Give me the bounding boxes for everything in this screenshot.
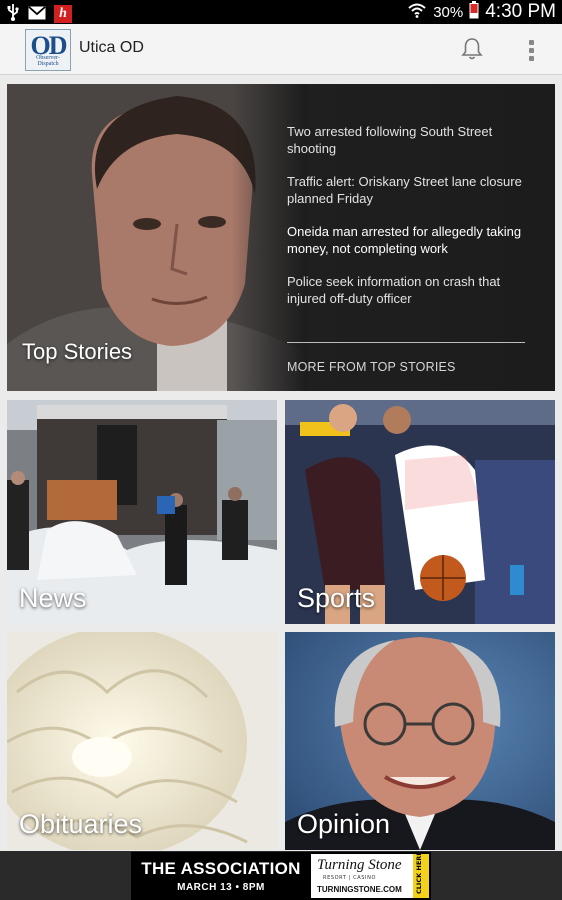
story-link[interactable]: Two arrested following South Street shoo… <box>287 124 527 157</box>
top-stories-label: Top Stories <box>22 339 133 364</box>
wifi-icon <box>407 2 427 23</box>
more-top-stories-link[interactable]: MORE FROM TOP STORIES <box>287 360 456 374</box>
ad-brand: Turning Stone <box>317 857 402 873</box>
app-bar: OD Observer-Dispatch Utica OD <box>0 24 562 75</box>
section-tile-sports[interactable]: Sports <box>285 400 555 624</box>
top-stories-list: Two arrested following South Street shoo… <box>287 124 527 324</box>
ad-click-here-button[interactable]: CLICK HERE <box>413 851 429 898</box>
app-title: Utica OD <box>79 39 144 56</box>
overflow-menu-icon[interactable] <box>526 38 538 62</box>
status-bar: h 30% 4:30 PM <box>0 0 562 24</box>
ad-headline: THE ASSOCIATION <box>141 859 301 878</box>
section-label-obituaries: Obituaries <box>19 809 143 839</box>
app-logo[interactable]: OD Observer-Dispatch <box>25 29 71 71</box>
battery-icon <box>469 0 479 24</box>
story-link[interactable]: Police seek information on crash that in… <box>287 274 527 307</box>
ad-cta-label: CLICK HERE <box>415 851 423 894</box>
ad-brand-tagline: RESORT | CASINO <box>323 875 377 881</box>
ad-event: THE ASSOCIATION MARCH 13 • 8PM <box>131 852 311 900</box>
ad-date: MARCH 13 • 8PM <box>177 882 265 893</box>
section-tile-news[interactable]: News <box>7 400 277 624</box>
usb-icon <box>6 3 20 25</box>
top-stories-card[interactable]: Two arrested following South Street shoo… <box>7 84 555 391</box>
clock: 4:30 PM <box>485 1 556 22</box>
ad-banner[interactable]: THE ASSOCIATION MARCH 13 • 8PM Turning S… <box>131 851 431 900</box>
ad-url: TURNINGSTONE.COM <box>317 885 402 894</box>
section-tile-obituaries[interactable]: Obituaries <box>7 632 277 850</box>
h-app-icon: h <box>54 5 72 23</box>
battery-percent: 30% <box>433 3 464 21</box>
logo-subtext: Observer-Dispatch <box>36 55 60 67</box>
section-label-sports: Sports <box>297 583 376 613</box>
story-link[interactable]: Oneida man arrested for allegedly taking… <box>287 224 527 257</box>
bell-icon[interactable] <box>461 37 483 65</box>
story-link[interactable]: Traffic alert: Oriskany Street lane clos… <box>287 174 527 207</box>
mail-icon <box>28 5 46 24</box>
ad-brand-panel: Turning Stone RESORT | CASINO TURNINGSTO… <box>311 851 429 898</box>
section-label-news: News <box>19 583 87 613</box>
section-label-opinion: Opinion <box>297 809 391 839</box>
section-tile-opinion[interactable]: Opinion <box>285 632 555 850</box>
divider <box>287 342 525 343</box>
